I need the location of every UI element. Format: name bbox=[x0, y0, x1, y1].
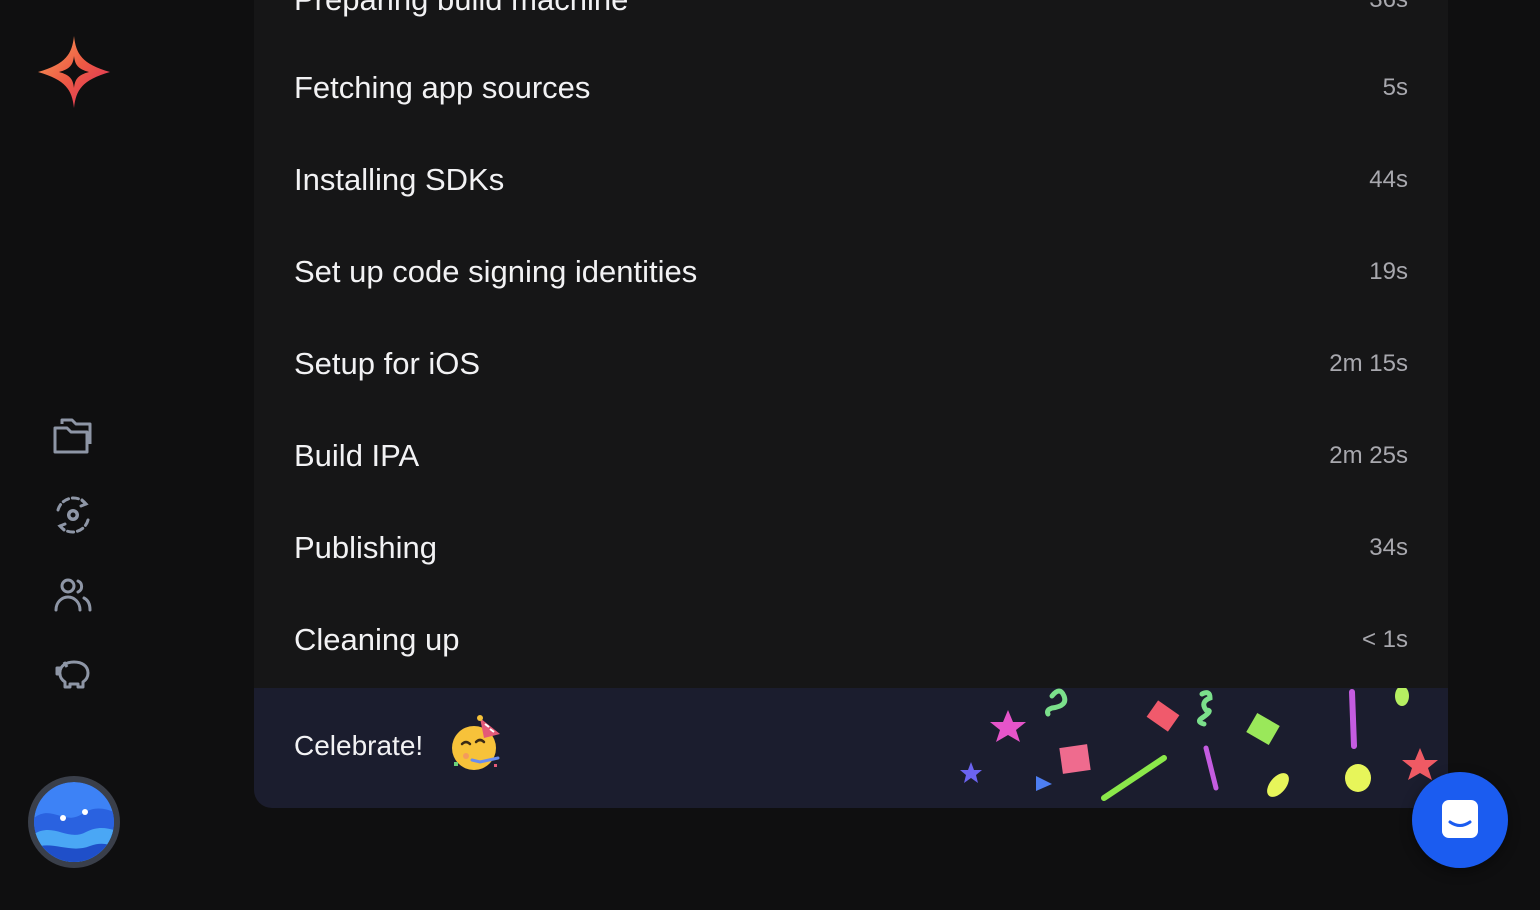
step-label: Publishing bbox=[294, 530, 438, 565]
sidebar bbox=[0, 0, 148, 910]
step-duration: < 1s bbox=[1361, 626, 1408, 653]
user-avatar[interactable] bbox=[28, 776, 120, 868]
chat-bubble-icon bbox=[1442, 800, 1478, 838]
step-label: Setup for iOS bbox=[294, 346, 481, 381]
chat-support-button[interactable] bbox=[1412, 772, 1508, 868]
step-duration: 44s bbox=[1369, 166, 1408, 193]
step-row[interactable]: Set up code signing identities 19s bbox=[254, 226, 1448, 318]
step-label: Set up code signing identities bbox=[294, 254, 698, 289]
build-steps-panel: Preparing build machine 36s Fetching app… bbox=[254, 0, 1448, 688]
step-label: Cleaning up bbox=[294, 622, 460, 657]
step-row[interactable]: Preparing build machine 36s bbox=[254, 0, 1448, 46]
step-duration: 2m 25s bbox=[1329, 442, 1408, 469]
step-duration: 34s bbox=[1369, 534, 1408, 561]
logo-icon[interactable] bbox=[36, 34, 112, 110]
team-users-icon[interactable] bbox=[50, 572, 96, 618]
step-row[interactable]: Installing SDKs 44s bbox=[254, 134, 1448, 226]
step-label: Fetching app sources bbox=[294, 70, 591, 105]
folders-icon[interactable] bbox=[50, 412, 96, 458]
step-duration: 5s bbox=[1382, 74, 1408, 101]
step-label: Preparing build machine bbox=[294, 0, 628, 18]
celebrate-label: Celebrate! bbox=[294, 730, 424, 761]
step-label: Build IPA bbox=[294, 438, 420, 473]
step-row[interactable]: Setup for iOS 2m 15s bbox=[254, 318, 1448, 410]
piggy-bank-icon[interactable] bbox=[50, 652, 96, 698]
app-window: Preparing build machine 36s Fetching app… bbox=[0, 0, 1540, 910]
party-face-icon bbox=[450, 714, 506, 774]
step-label: Installing SDKs bbox=[294, 162, 505, 197]
celebrate-banner[interactable]: Celebrate! bbox=[254, 688, 1448, 808]
step-row[interactable]: Publishing 34s bbox=[254, 502, 1448, 594]
step-row[interactable]: Fetching app sources 5s bbox=[254, 42, 1448, 134]
step-row[interactable]: Build IPA 2m 25s bbox=[254, 410, 1448, 502]
step-duration: 36s bbox=[1369, 0, 1408, 14]
confetti-decoration bbox=[960, 688, 1438, 801]
step-duration: 2m 15s bbox=[1329, 350, 1408, 377]
step-row[interactable]: Cleaning up < 1s bbox=[254, 594, 1448, 686]
gear-sync-icon[interactable] bbox=[50, 492, 96, 538]
step-duration: 19s bbox=[1369, 258, 1408, 285]
